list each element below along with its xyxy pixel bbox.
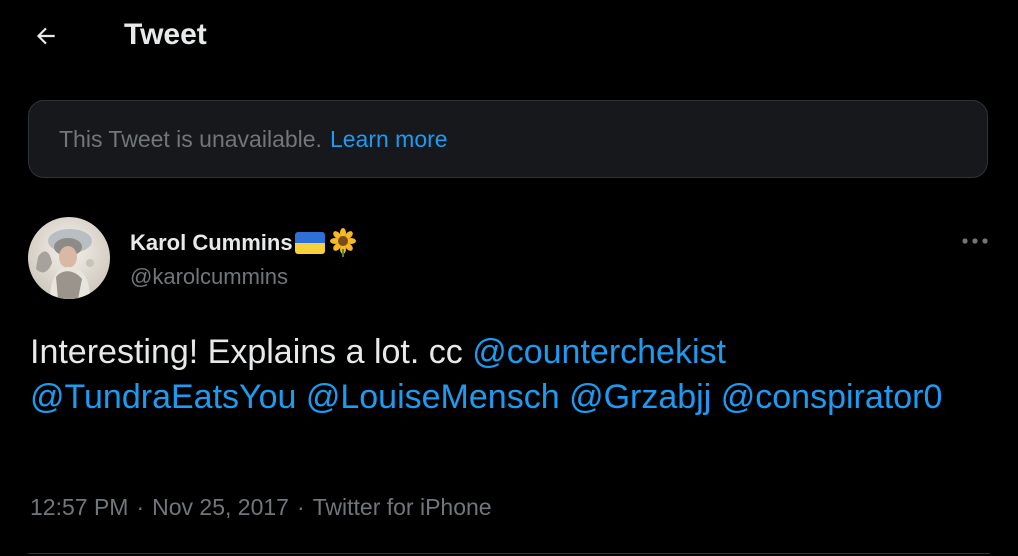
more-horizontal-icon [962,238,988,244]
meta-separator: · [296,494,305,520]
unavailable-notice: This Tweet is unavailable. Learn more [28,100,988,178]
divider [28,553,990,554]
meta-separator: · [136,494,145,520]
page-title: Tweet [124,18,207,51]
tweet-meta: 12:57 PM · Nov 25, 2017 · Twitter for iP… [30,494,492,521]
more-options-button[interactable] [955,224,995,258]
tweet-source[interactable]: Twitter for iPhone [313,494,492,521]
mention-link[interactable]: @conspirator0 [721,378,943,416]
author-handle[interactable]: @karolcummins [130,264,288,290]
tweet-text-body: Interesting! Explains a lot. cc [30,333,473,371]
mention-link[interactable]: @TundraEatsYou [30,378,296,416]
sunflower-icon [329,228,356,257]
tweet-time[interactable]: 12:57 PM [30,494,128,521]
mention-link[interactable]: @Grzabjj [569,378,711,416]
back-button[interactable] [22,13,70,59]
author-name: Karol Cummins [130,230,293,255]
author-name-row[interactable]: Karol Cummins [130,228,358,258]
arrow-left-icon [36,27,55,45]
header: Tweet [0,0,1018,72]
learn-more-link[interactable]: Learn more [330,126,448,153]
ukraine-flag-icon [294,232,325,254]
mention-link[interactable]: @counterchekist [472,333,726,371]
avatar[interactable] [28,217,110,299]
unavailable-text: This Tweet is unavailable. [59,125,322,152]
avatar-image [28,217,110,299]
tweet-date[interactable]: Nov 25, 2017 [152,494,289,521]
tweet-text: Interesting! Explains a lot. cc @counter… [30,330,990,420]
mention-link[interactable]: @LouiseMensch [306,378,560,416]
